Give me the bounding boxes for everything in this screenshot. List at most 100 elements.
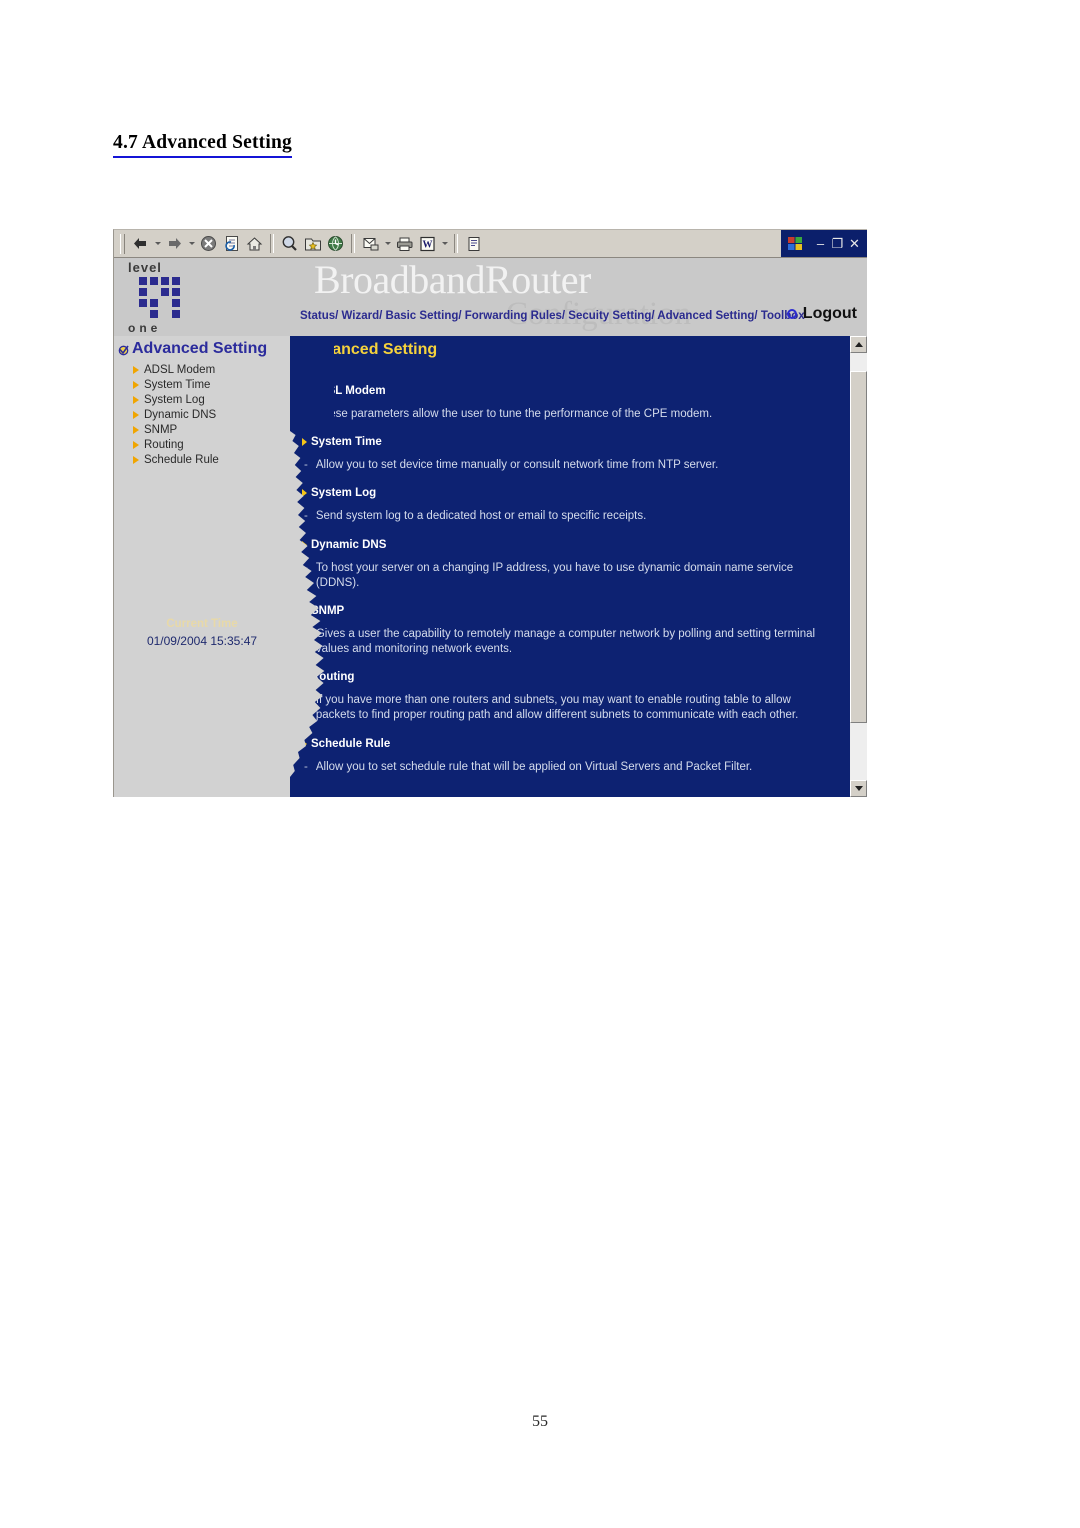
history-button[interactable]	[324, 233, 347, 255]
current-time-label: Current Time	[166, 618, 238, 630]
sidebar-item-label: System Log	[144, 393, 205, 406]
browser-toolbar: W – ❐ ✕	[114, 230, 867, 258]
sidebar-item-adsl-modem[interactable]: ADSL Modem	[133, 362, 290, 377]
page-number: 55	[532, 1413, 548, 1430]
stop-button[interactable]	[197, 233, 220, 255]
triangle-bullet-icon	[133, 440, 139, 449]
favorites-button[interactable]	[301, 233, 324, 255]
sidebar-item-routing[interactable]: Routing	[133, 437, 290, 452]
dash-marker: -	[304, 561, 308, 574]
sidebar-menu: ADSL Modem System Time System Log Dynami…	[114, 362, 290, 467]
logout-button[interactable]: Logout	[786, 305, 857, 322]
toolbar-grip[interactable]	[120, 233, 125, 254]
dash-marker: -	[304, 760, 308, 773]
scrollbar-thumb[interactable]	[850, 371, 867, 723]
mail-button[interactable]	[359, 233, 382, 255]
triangle-bullet-icon	[302, 540, 307, 549]
section-description-schedule-rule: - Allow you to set schedule rule that wi…	[302, 760, 835, 775]
top-nav-links[interactable]: Status/ Wizard/ Basic Setting/ Forwardin…	[300, 310, 805, 322]
section-description-text: Allow you to set device time manually or…	[315, 459, 719, 472]
sidebar-item-label: Schedule Rule	[144, 453, 219, 466]
logout-label: Logout	[802, 305, 857, 322]
dash-marker: -	[304, 627, 308, 640]
current-time-value: 01/09/2004 15:35:47	[146, 633, 258, 648]
triangle-bullet-icon	[133, 455, 139, 464]
section-description-text: If you have more than one routers and su…	[315, 694, 799, 722]
levelone-mark-icon	[138, 276, 184, 320]
dash-marker: -	[304, 408, 308, 420]
section-heading-label: ADSL Modem	[311, 385, 386, 397]
sidebar-item-label: SNMP	[144, 423, 178, 436]
sidebar: Advanced Setting ADSL Modem System Time …	[114, 336, 290, 797]
dash-marker: -	[304, 459, 308, 472]
sidebar-item-label: Routing	[144, 438, 184, 451]
toolbar-separator-3	[454, 234, 458, 253]
discuss-button[interactable]	[462, 233, 485, 255]
dash-marker: -	[304, 510, 308, 523]
triangle-bullet-icon	[302, 673, 307, 682]
triangle-bullet-icon	[302, 739, 307, 748]
section-description-text: Send system log to a dedicated host or e…	[315, 510, 647, 523]
dash-marker: -	[304, 694, 308, 707]
forward-dropdown-icon[interactable]	[186, 233, 197, 255]
triangle-bullet-icon	[133, 410, 139, 419]
minimize-button[interactable]: –	[812, 237, 829, 250]
section-description-snmp: - Gives a user the capability to remotel…	[302, 627, 835, 657]
section-heading-label: Schedule Rule	[311, 737, 391, 750]
restore-button[interactable]: ❐	[829, 237, 846, 250]
sidebar-title-label: Advanced Setting	[132, 340, 268, 357]
edit-dropdown-icon[interactable]	[439, 233, 450, 255]
section-heading-dynamic-dns: Dynamic DNS	[302, 539, 835, 551]
page-title: 4.7 Advanced Setting	[113, 131, 292, 158]
section-description-system-log: - Send system log to a dedicated host or…	[302, 509, 835, 524]
section-description-routing: - If you have more than one routers and …	[302, 693, 835, 723]
triangle-bullet-icon	[133, 365, 139, 374]
router-banner: level one Configuration BroadbandRouter …	[114, 258, 867, 336]
section-description-system-time: - Allow you to set device time manually …	[302, 458, 835, 473]
close-button[interactable]: ✕	[846, 237, 863, 250]
print-button[interactable]	[393, 233, 416, 255]
sidebar-item-system-time[interactable]: System Time	[133, 377, 290, 392]
sidebar-item-system-log[interactable]: System Log	[133, 392, 290, 407]
triangle-bullet-icon	[302, 606, 307, 615]
banner-title: BroadbandRouter	[314, 258, 591, 302]
sidebar-item-label: Dynamic DNS	[144, 408, 217, 421]
section-heading-system-time: System Time	[302, 436, 835, 448]
search-button[interactable]	[278, 233, 301, 255]
brand-level-text: level	[128, 260, 162, 275]
scroll-down-button[interactable]	[850, 780, 867, 797]
browser-window: W – ❐ ✕ level one Configuration Broadban…	[113, 229, 867, 797]
sidebar-item-dynamic-dns[interactable]: Dynamic DNS	[133, 407, 290, 422]
router-body: Advanced Setting ADSL Modem System Time …	[114, 336, 867, 797]
triangle-bullet-icon	[133, 395, 139, 404]
section-heading-schedule-rule: Schedule Rule	[302, 738, 835, 750]
scroll-up-button[interactable]	[850, 336, 867, 353]
section-description-dynamic-dns: - To host your server on a changing IP a…	[302, 561, 835, 591]
section-heading-label: System Log	[311, 487, 377, 500]
sidebar-item-snmp[interactable]: SNMP	[133, 422, 290, 437]
content-title: Advanced Setting	[302, 341, 438, 358]
brand-one-text: one	[128, 321, 162, 335]
toolbar-separator-2	[351, 234, 355, 253]
back-button[interactable]	[129, 233, 152, 255]
triangle-bullet-icon	[133, 380, 139, 389]
sidebar-item-schedule-rule[interactable]: Schedule Rule	[133, 452, 290, 467]
sidebar-title[interactable]: Advanced Setting	[114, 341, 290, 357]
sidebar-item-label: System Time	[144, 378, 211, 391]
windows-logo-icon	[787, 236, 804, 251]
check-ring-icon	[118, 344, 129, 355]
section-heading-system-log: System Log	[302, 487, 835, 499]
scrollbar-track[interactable]	[850, 353, 867, 780]
forward-button[interactable]	[163, 233, 186, 255]
section-heading-label: Routing	[311, 671, 355, 684]
refresh-button[interactable]	[220, 233, 243, 255]
content-pane: Advanced Setting ADSL Modem - These para…	[290, 336, 849, 797]
mail-dropdown-icon[interactable]	[382, 233, 393, 255]
section-description-adsl-modem: - These parameters allow the user to tun…	[302, 407, 835, 422]
edit-word-button[interactable]: W	[416, 233, 439, 255]
section-heading-label: SNMP	[311, 604, 345, 617]
vertical-scrollbar[interactable]	[849, 336, 867, 797]
back-dropdown-icon[interactable]	[152, 233, 163, 255]
home-button[interactable]	[243, 233, 266, 255]
current-time-block: Current Time 01/09/2004 15:35:47	[114, 617, 290, 649]
